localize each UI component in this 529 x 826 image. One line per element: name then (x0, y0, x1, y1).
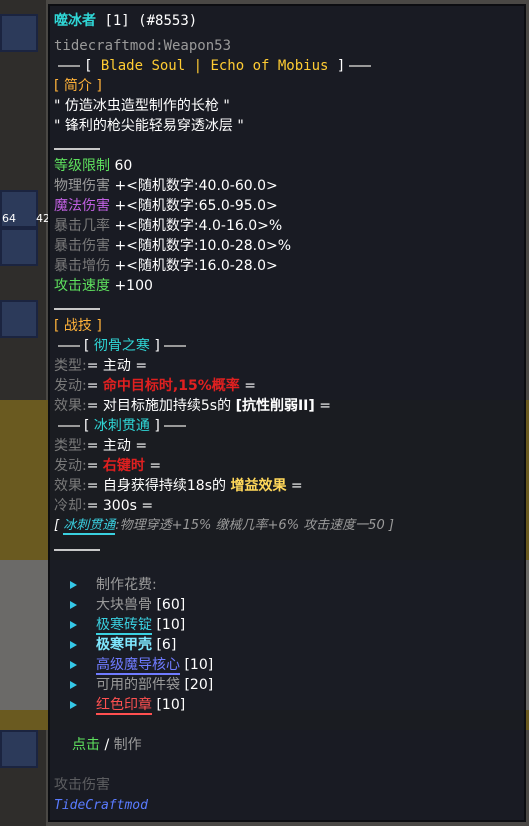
stat-row: 物理伤害 +<随机数字:40.0-60.0> (54, 177, 278, 195)
buff-name: 冰刺贯通 (63, 518, 116, 535)
skills-tag: [ 战技 ] (54, 318, 102, 334)
skill-trigger: 发动:= 右键时 = (54, 458, 162, 474)
bullet-icon (70, 601, 77, 609)
inventory-slot[interactable] (0, 300, 38, 338)
internal-name: tidecraftmod:Weapon53 (54, 38, 232, 54)
inventory-slot[interactable] (0, 14, 38, 52)
craft-item: 可用的部件袋 [20] (96, 677, 214, 693)
intro-line: " 仿造冰虫造型制作的长枪 " (54, 98, 230, 114)
item-count: [1] (104, 13, 130, 29)
buff-line: [ 冰刺贯通:物理穿透+15% 缴械几率+6% 攻击速度一50 ] (54, 518, 394, 535)
stat-row: 暴击伤害 +<随机数字:10.0-28.0>% (54, 237, 291, 255)
bullet-icon (70, 581, 77, 589)
stat-value: +<随机数字:4.0-16.0>% (114, 218, 283, 234)
stat-label: 等级限制 (54, 158, 110, 174)
stat-label: 魔法伤害 (54, 198, 110, 214)
skill-title: [ 冰刺贯通 ] (54, 417, 190, 435)
skill-effect: 效果:= 对目标施加持续5s的 [抗性削弱II] = (54, 398, 331, 414)
stat-label: 物理伤害 (54, 178, 110, 194)
series-line: [ Blade Soul | Echo of Mobius ] (54, 57, 375, 75)
inventory-slot[interactable] (0, 730, 38, 768)
skill-trigger: 发动:= 命中目标时,15%概率 = (54, 378, 256, 394)
bullet-icon (70, 681, 77, 689)
divider (54, 140, 100, 158)
stat-value: +<随机数字:16.0-28.0> (114, 258, 278, 274)
stat-value: 60 (114, 158, 133, 174)
divider (54, 300, 100, 318)
divider (349, 65, 372, 67)
skill-name: 彻骨之寒 (93, 338, 150, 354)
stat-row: 攻击速度 +100 (54, 277, 153, 295)
skill-type: 类型:= 主动 = (54, 438, 148, 454)
stat-row: 暴击几率 +<随机数字:4.0-16.0>% (54, 217, 282, 235)
skill-effect: 效果:= 自身获得持续18s的 增益效果 = (54, 478, 303, 494)
stat-row: 暴击增伤 +<随机数字:16.0-28.0> (54, 257, 278, 275)
overlap-text: 攻击伤害 (54, 777, 110, 793)
stat-value: +<随机数字:10.0-28.0>% (114, 238, 292, 254)
divider (58, 65, 80, 67)
stat-value: +<随机数字:40.0-60.0> (114, 178, 278, 194)
click-label[interactable]: 点击 (72, 737, 100, 753)
stat-label: 暴击几率 (54, 218, 110, 234)
intro-line: " 锋利的枪尖能轻易穿透冰层 " (54, 118, 244, 134)
stat-label: 攻击速度 (54, 278, 110, 294)
craft-title: 制作花费: (96, 577, 157, 593)
stat-value: +100 (114, 278, 153, 294)
craft-item: 红色印章 [10] (96, 697, 186, 715)
tooltip-header: 噬冰者 [1] (#8553) (54, 12, 197, 30)
skill-name: 冰刺贯通 (93, 418, 150, 434)
slot-count: 64 (2, 212, 16, 225)
stat-label: 暴击增伤 (54, 258, 110, 274)
item-id: (#8553) (138, 13, 198, 29)
stat-row: 等级限制 60 (54, 157, 132, 175)
craft-action[interactable]: 点击 / 制作 (72, 736, 142, 754)
craft-item: 大块兽骨 [60] (96, 597, 186, 613)
skill-title: [ 彻骨之寒 ] (54, 337, 190, 355)
skill-cooldown: 冷却:= 300s = (54, 498, 154, 514)
craft-item: 极寒砖锭 [10] (96, 617, 186, 635)
craft-item: 高级魔导核心 [10] (96, 657, 214, 675)
skill-type: 类型:= 主动 = (54, 358, 148, 374)
bullet-icon (70, 621, 77, 629)
stat-value: +<随机数字:65.0-95.0> (114, 198, 278, 214)
item-name: 噬冰者 (54, 13, 96, 29)
bullet-icon (70, 641, 77, 649)
bullet-icon (70, 661, 77, 669)
series-name: Blade Soul | Echo of Mobius (100, 58, 329, 74)
stat-label: 暴击伤害 (54, 238, 110, 254)
divider (54, 541, 100, 559)
craft-label[interactable]: 制作 (114, 737, 142, 753)
stat-row: 魔法伤害 +<随机数字:65.0-95.0> (54, 197, 278, 215)
mod-name: TideCraftmod (54, 798, 148, 813)
craft-item: 极寒甲壳 [6] (96, 637, 177, 653)
inventory-slot[interactable] (0, 228, 38, 266)
bullet-icon (70, 701, 77, 709)
intro-tag: [ 简介 ] (54, 78, 102, 94)
